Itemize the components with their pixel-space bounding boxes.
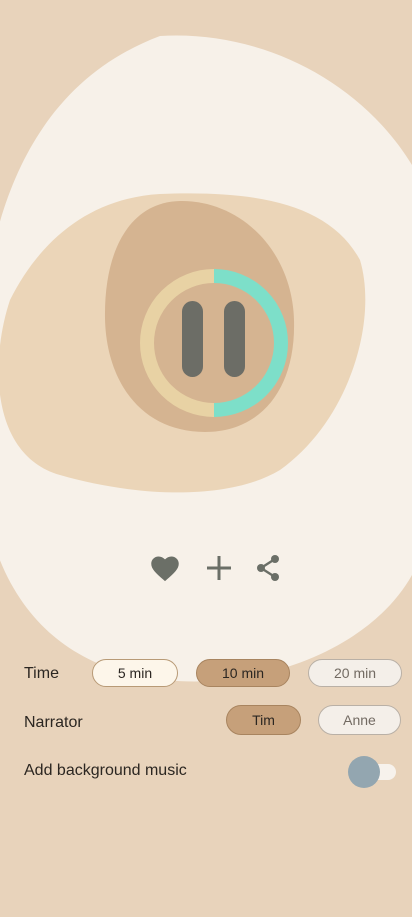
plus-icon	[207, 556, 231, 580]
time-option-label: 10 min	[221, 665, 265, 681]
narrator-option-tim[interactable]: Tim	[226, 705, 301, 735]
narrator-label: Narrator	[24, 714, 83, 731]
share-icon	[257, 555, 279, 581]
action-row	[0, 548, 412, 588]
time-label: Time	[24, 665, 59, 682]
toggle-thumb	[348, 756, 380, 788]
narrator-option-anne[interactable]: Anne	[318, 705, 401, 735]
share-button[interactable]	[248, 548, 288, 588]
time-option-20min[interactable]: 20 min	[308, 659, 402, 687]
add-to-list-button[interactable]	[199, 548, 239, 588]
background-music-toggle[interactable]	[348, 756, 396, 788]
time-option-label: 5 min	[117, 665, 153, 681]
time-option-label: 20 min	[333, 665, 377, 681]
hero-artwork	[0, 0, 412, 700]
time-option-10min[interactable]: 10 min	[196, 659, 290, 687]
heart-icon	[151, 556, 179, 582]
narrator-option-label: Tim	[252, 712, 275, 728]
time-option-5min[interactable]: 5 min	[92, 659, 178, 687]
background-music-label: Add background music	[24, 762, 187, 779]
pause-button[interactable]	[170, 295, 258, 387]
narrator-option-label: Anne	[343, 712, 376, 728]
like-button[interactable]	[145, 548, 185, 588]
pause-icon	[170, 295, 258, 387]
